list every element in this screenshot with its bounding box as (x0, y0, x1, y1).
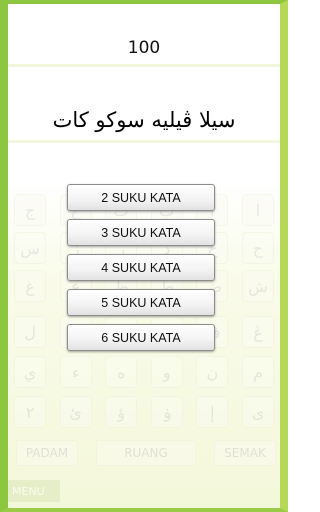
keyboard-key[interactable]: ل (14, 316, 46, 348)
option-3-syllables-button[interactable]: 3 SUKU KATA (67, 219, 215, 246)
keyboard-key[interactable]: ن (196, 356, 229, 388)
keyboard-key[interactable]: ء (59, 356, 92, 388)
keyboard-key[interactable]: ي (14, 356, 46, 388)
divider (8, 140, 280, 143)
delete-button[interactable]: PADAM (16, 440, 78, 466)
keyboard-key[interactable]: ج (14, 194, 46, 226)
check-button[interactable]: SEMAK (214, 440, 276, 466)
keyboard-key[interactable]: ڠ (241, 316, 274, 348)
menu-button[interactable]: MENU (8, 480, 60, 502)
keyboard-row: ٢ ئ ؤ ۏ إ ى (14, 396, 274, 428)
keyboard-key[interactable]: س (14, 232, 46, 264)
keyboard-key[interactable]: ش (241, 270, 274, 302)
option-6-syllables-button[interactable]: 6 SUKU KATA (67, 324, 215, 351)
keyboard-key[interactable]: ٢ (14, 396, 46, 428)
keyboard-key[interactable]: ى (241, 396, 274, 428)
option-2-syllables-button[interactable]: 2 SUKU KATA (67, 184, 215, 211)
keyboard-key[interactable]: ه (105, 356, 138, 388)
option-4-syllables-button[interactable]: 4 SUKU KATA (67, 254, 215, 281)
keyboard-key[interactable]: و (150, 356, 183, 388)
keyboard-key[interactable]: ح (241, 232, 274, 264)
keyboard-row: ي ء ه و ن م (14, 356, 274, 388)
keyboard-key[interactable]: إ (196, 396, 229, 428)
keyboard-key[interactable]: ۏ (150, 396, 183, 428)
divider (8, 64, 280, 67)
keyboard-key[interactable]: غ (14, 270, 46, 302)
keyboard-key[interactable]: ؤ (105, 396, 138, 428)
keyboard-key[interactable]: ئ (59, 396, 92, 428)
space-button[interactable]: RUANG (96, 440, 196, 466)
keyboard-key[interactable]: ا (241, 194, 274, 226)
keyboard-actions: PADAM RUANG SEMAK (14, 440, 276, 466)
option-5-syllables-button[interactable]: 5 SUKU KATA (67, 289, 215, 316)
instruction-title: سيلا ڤيليه سوكو كات (52, 108, 236, 132)
app-frame: 100 سيلا ڤيليه سوكو كات ج ح ت ب ا ا س ز … (0, 0, 288, 512)
score-display: 100 (127, 38, 161, 58)
keyboard-key[interactable]: م (241, 356, 274, 388)
